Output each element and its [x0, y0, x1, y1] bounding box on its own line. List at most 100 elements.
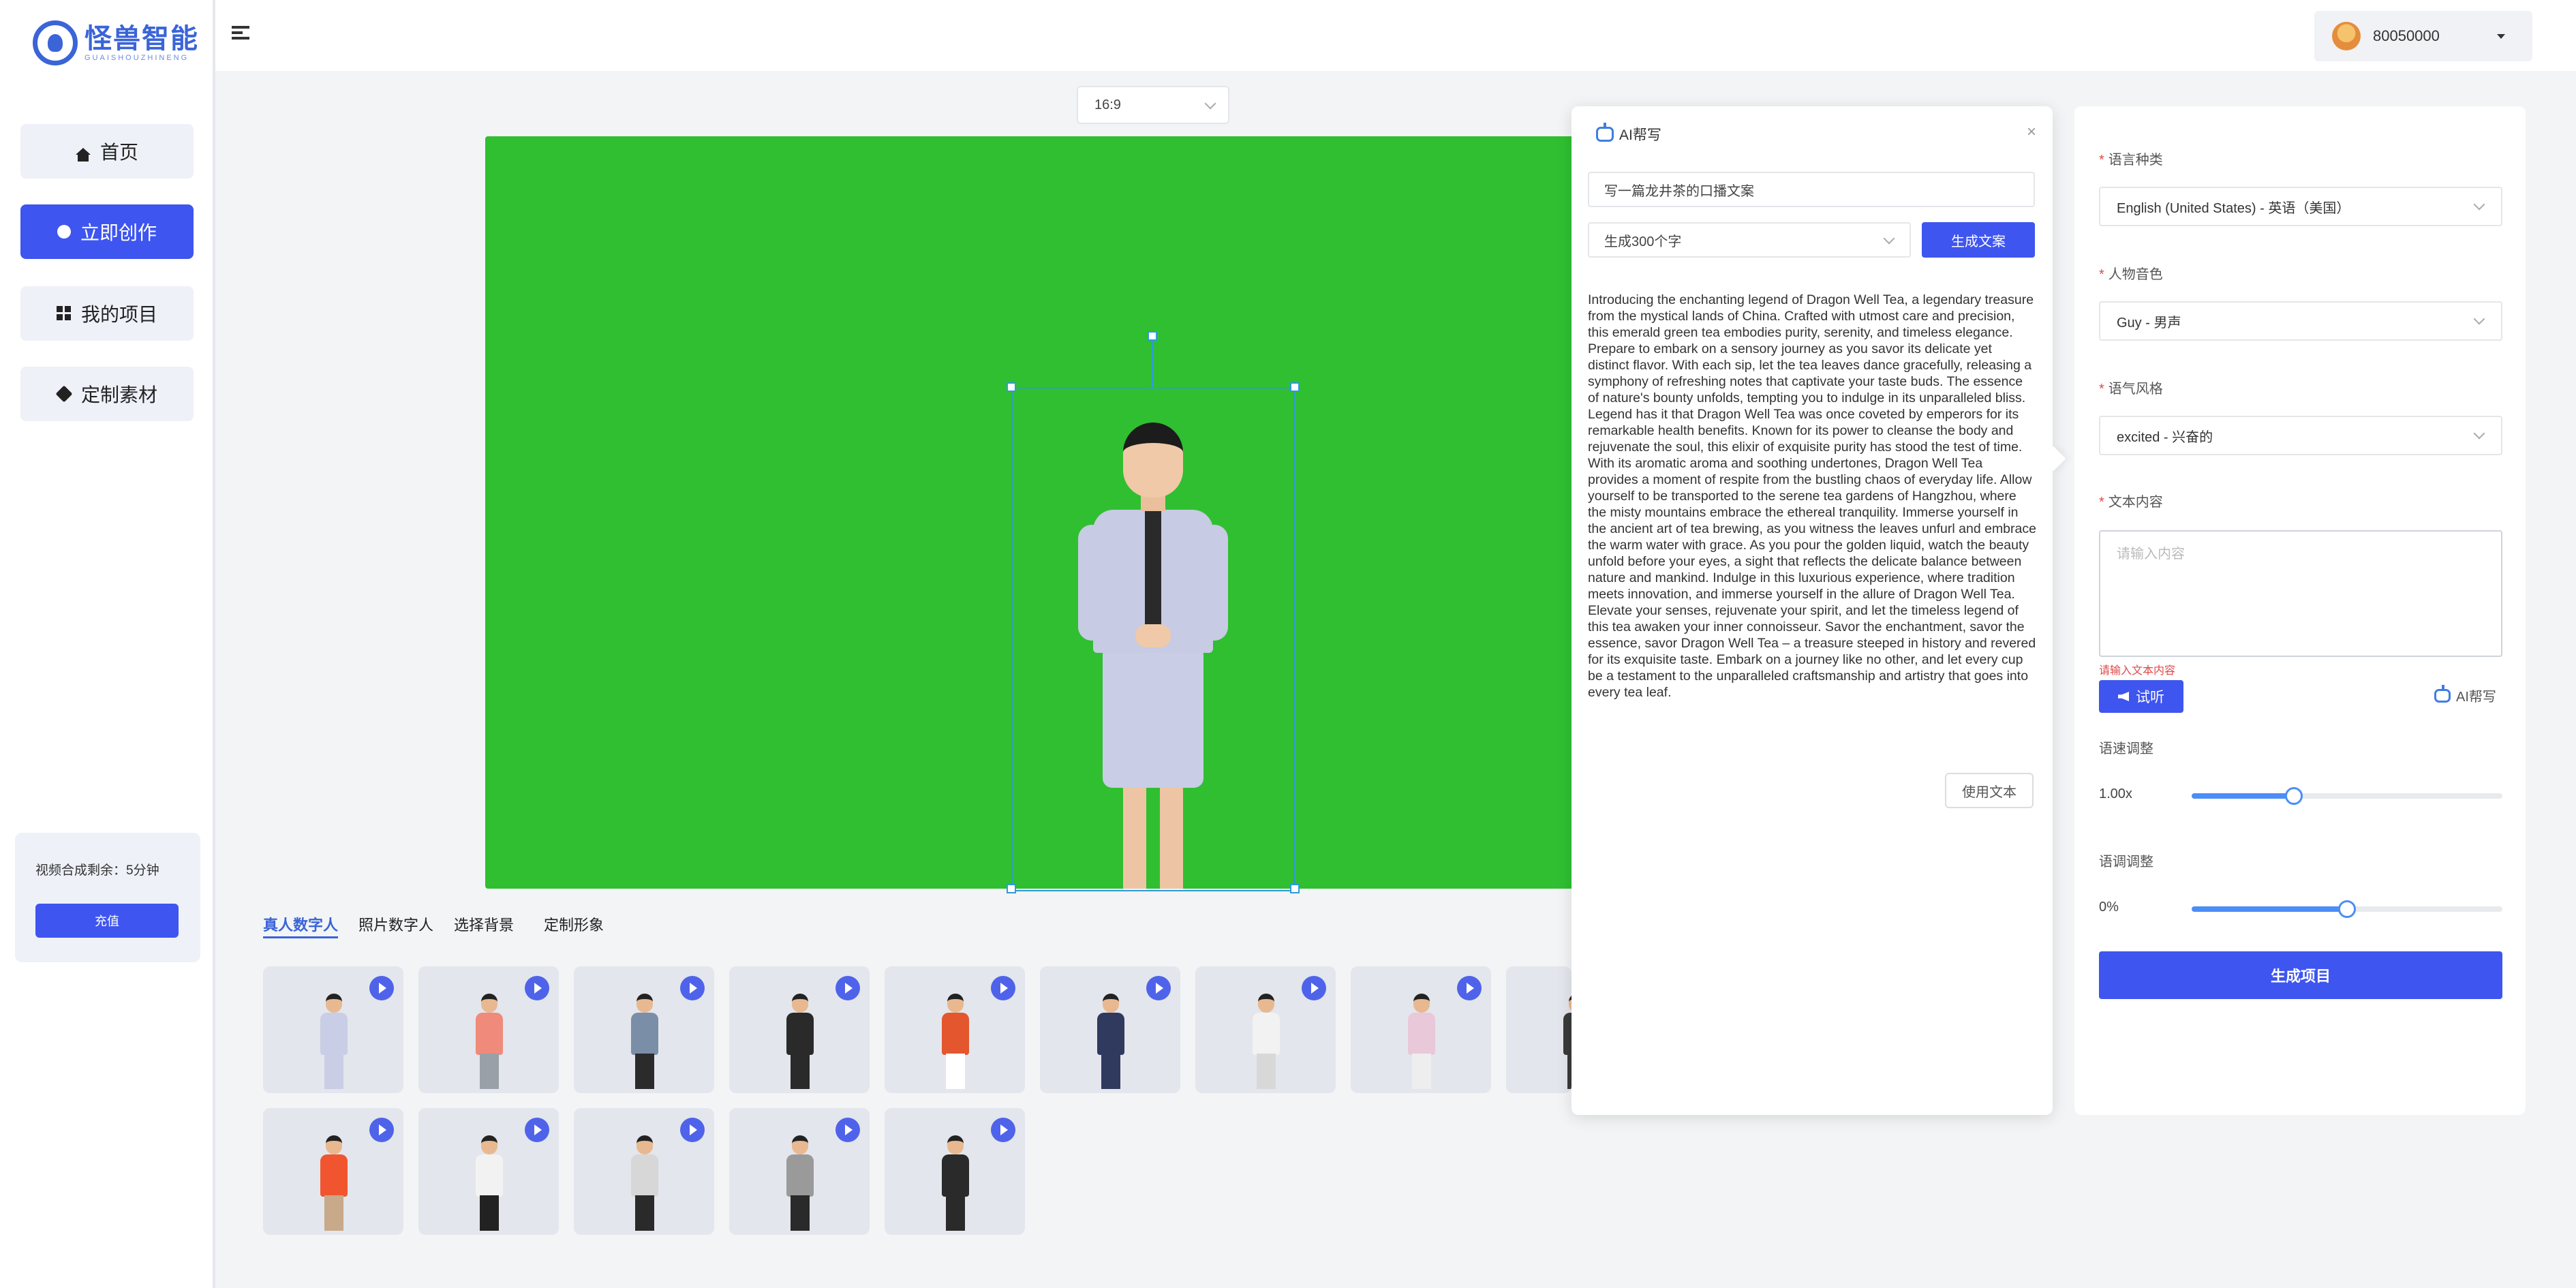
ai-output-text: Introducing the enchanting legend of Dra… [1588, 292, 2036, 700]
avatar-thumbnail[interactable] [418, 966, 559, 1093]
tab-real-human[interactable]: 真人数字人 [263, 913, 339, 938]
caret-down-icon [2497, 34, 2505, 39]
figure-bottom [635, 1195, 654, 1231]
style-select[interactable]: excited - 兴奋的 [2099, 416, 2502, 455]
play-icon[interactable] [369, 1118, 394, 1142]
tab-photo-human[interactable]: 照片数字人 [358, 913, 433, 938]
listen-button[interactable]: 试听 [2099, 680, 2183, 713]
resize-handle[interactable] [1290, 382, 1300, 392]
avatar-figure [942, 994, 969, 1089]
aspect-ratio-select[interactable]: 16:9 [1077, 86, 1229, 124]
sidebar-item-label: 首页 [99, 142, 138, 163]
style-label: * 语气风格 [2099, 382, 2163, 397]
text-error-message: 请输入文本内容 [2099, 665, 2176, 677]
sidebar-item-home[interactable]: 首页 [20, 124, 194, 179]
quota-card: 视频合成剩余：5分钟 充值 [15, 833, 200, 962]
play-icon[interactable] [525, 1118, 549, 1142]
speaker-icon [2118, 692, 2129, 701]
avatar-thumbnail[interactable] [1351, 966, 1491, 1093]
avatar-thumbnail[interactable] [574, 966, 714, 1093]
logo[interactable]: 怪兽智能 GUAISHOUZHINENG [33, 20, 199, 65]
user-id: 80050000 [2373, 27, 2440, 44]
avatar-figure [476, 1135, 503, 1231]
material-icon [55, 385, 73, 403]
chevron-down-icon [1883, 232, 1895, 245]
pitch-slider-handle[interactable] [2338, 900, 2356, 918]
play-icon[interactable] [680, 1118, 705, 1142]
play-icon[interactable] [1302, 976, 1326, 1000]
sidebar-item-projects[interactable]: 我的项目 [20, 286, 194, 341]
play-icon[interactable] [525, 976, 549, 1000]
speed-slider-handle[interactable] [2285, 787, 2303, 805]
ai-prompt-input[interactable]: 写一篇龙井茶的口播文案 [1588, 172, 2035, 207]
pitch-value: 0% [2099, 900, 2119, 915]
play-icon[interactable] [991, 976, 1015, 1000]
logo-icon [33, 20, 78, 65]
sidebar-item-materials[interactable]: 定制素材 [20, 367, 194, 421]
avatar-thumbnail[interactable] [1506, 966, 1571, 1093]
avatar-figure [1097, 994, 1124, 1089]
play-icon[interactable] [835, 976, 860, 1000]
avatar-thumbnail[interactable] [729, 1108, 870, 1235]
figure-top [786, 1013, 814, 1055]
avatar-thumbnail[interactable] [729, 966, 870, 1093]
avatar-thumbnail[interactable] [263, 1108, 403, 1235]
avatar-thumbnail[interactable] [574, 1108, 714, 1235]
recharge-button[interactable]: 充值 [35, 904, 179, 938]
tab-background[interactable]: 选择背景 [454, 913, 514, 938]
tab-custom-avatar[interactable]: 定制形象 [544, 913, 604, 938]
figure-head [481, 994, 497, 1013]
play-icon[interactable] [680, 976, 705, 1000]
rotate-handle[interactable] [1148, 331, 1157, 341]
voice-select[interactable]: Guy - 男声 [2099, 301, 2502, 341]
pitch-slider[interactable] [2192, 900, 2502, 918]
ai-writer-link[interactable]: AI帮写 [2434, 684, 2496, 705]
speed-value: 1.00x [2099, 786, 2132, 801]
figure-top [631, 1154, 658, 1197]
figure-head [481, 1135, 497, 1154]
figure-bottom [946, 1195, 965, 1231]
avatar-thumbnail[interactable] [263, 966, 403, 1093]
robot-icon [1596, 123, 1614, 142]
resize-handle[interactable] [1007, 382, 1016, 392]
play-icon[interactable] [1146, 976, 1171, 1000]
figure-bottom [1257, 1054, 1276, 1089]
resize-handle[interactable] [1290, 884, 1300, 893]
use-text-button[interactable]: 使用文本 [1945, 773, 2034, 808]
menu-toggle-icon[interactable] [232, 26, 249, 42]
play-icon[interactable] [369, 976, 394, 1000]
play-icon[interactable] [835, 1118, 860, 1142]
figure-head [326, 994, 342, 1013]
close-icon[interactable]: × [2027, 123, 2036, 142]
avatar-thumbnail[interactable] [885, 1108, 1025, 1235]
figure-bottom [324, 1195, 343, 1231]
ai-writer-title: AI帮写 [1596, 123, 1661, 144]
figure-top [1408, 1013, 1435, 1055]
avatar-thumbnail[interactable] [1195, 966, 1336, 1093]
speed-slider[interactable] [2192, 787, 2502, 805]
figure-head [637, 1135, 653, 1154]
home-icon [75, 148, 91, 162]
generate-copy-button[interactable]: 生成文案 [1922, 222, 2035, 258]
figure-head [637, 994, 653, 1013]
brand-name: 怪兽智能 [85, 24, 199, 54]
avatar-thumbnail[interactable] [1040, 966, 1180, 1093]
language-value: English (United States) - 英语（美国） [2117, 200, 2350, 216]
language-select[interactable]: English (United States) - 英语（美国） [2099, 187, 2502, 226]
avatar-figure [786, 994, 814, 1089]
rotate-guide [1152, 337, 1153, 387]
sidebar-item-label: 我的项目 [80, 304, 157, 325]
ai-length-select[interactable]: 生成300个字 [1588, 222, 1911, 258]
resize-handle[interactable] [1007, 884, 1016, 893]
figure-head [1103, 994, 1119, 1013]
user-menu[interactable]: 80050000 [2314, 11, 2532, 61]
play-icon[interactable] [1457, 976, 1482, 1000]
selection-box[interactable] [1011, 387, 1295, 891]
generate-project-button[interactable]: 生成项目 [2099, 951, 2502, 999]
avatar-thumbnail[interactable] [418, 1108, 559, 1235]
chevron-down-icon [2473, 198, 2485, 211]
avatar-thumbnail[interactable] [885, 966, 1025, 1093]
sidebar-item-create[interactable]: 立即创作 [20, 204, 194, 259]
text-content-input[interactable]: 请输入内容 [2099, 530, 2502, 657]
play-icon[interactable] [991, 1118, 1015, 1142]
